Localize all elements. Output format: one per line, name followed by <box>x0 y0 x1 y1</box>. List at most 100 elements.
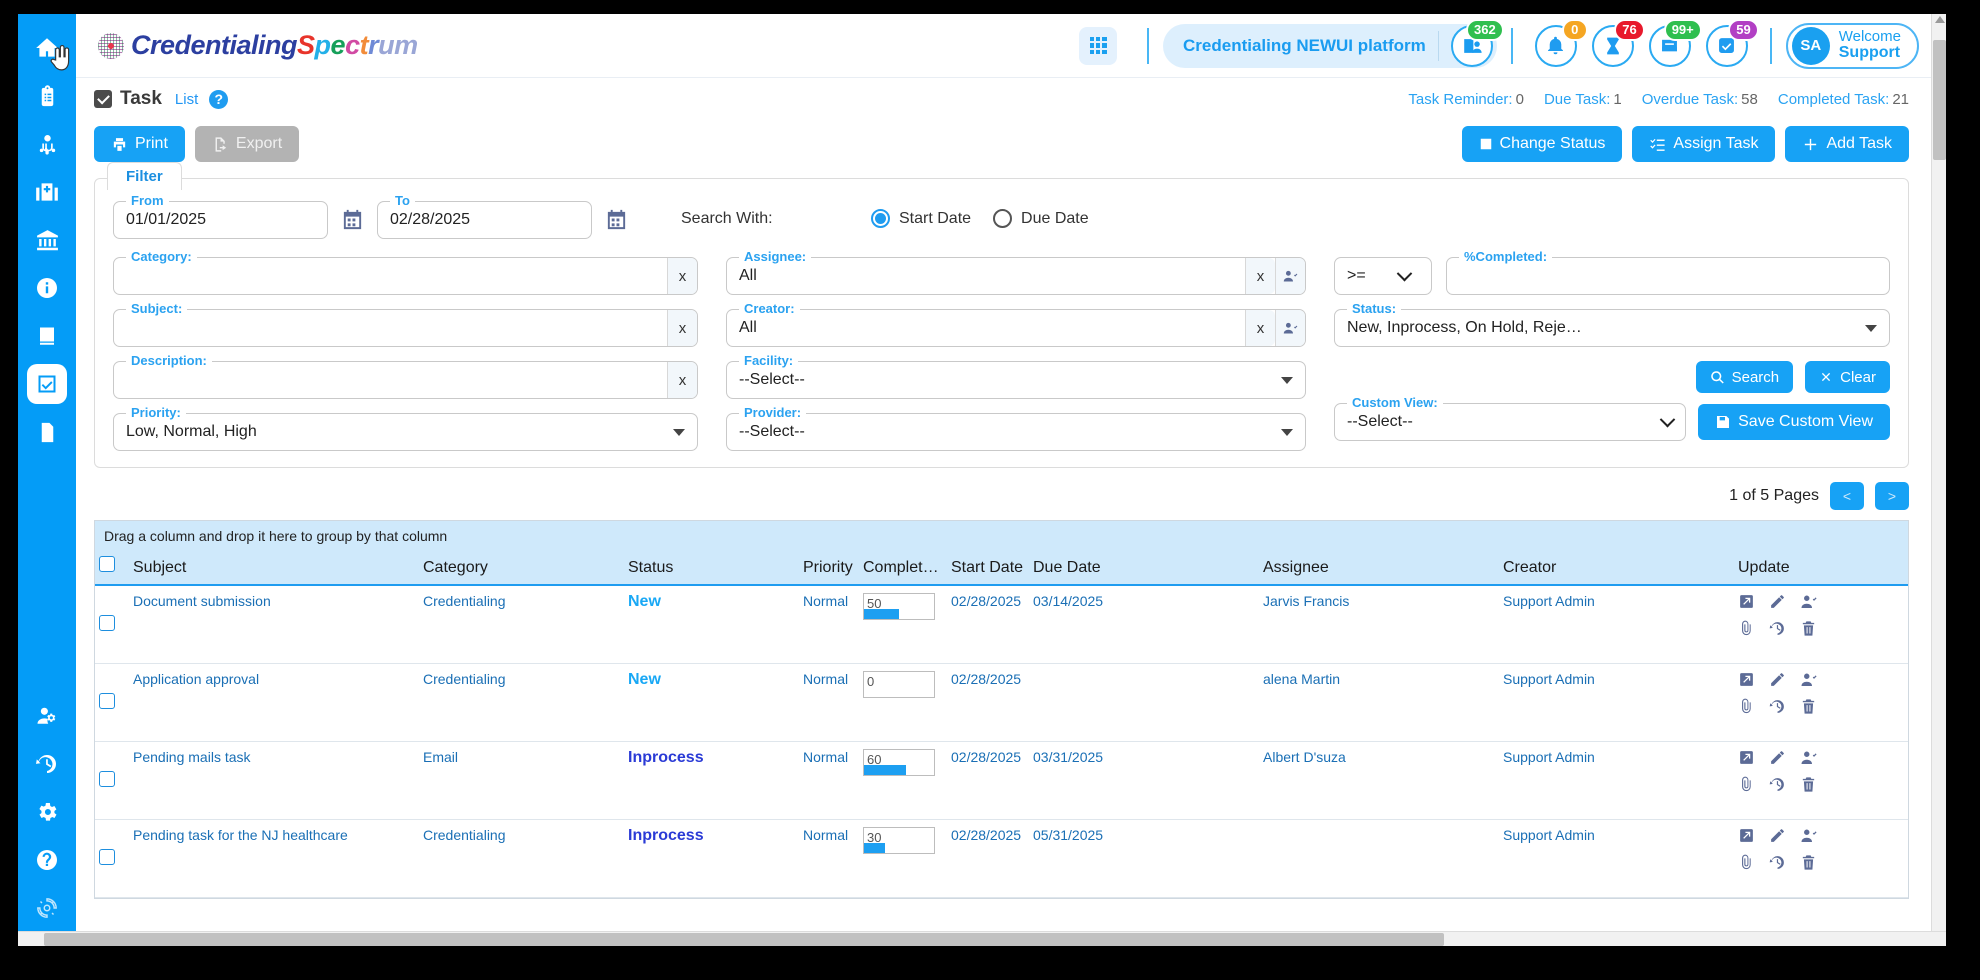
chevron-down-icon[interactable] <box>1281 428 1293 436</box>
column-due-date[interactable]: Due Date <box>1029 551 1259 586</box>
description-clear-button[interactable]: x <box>667 362 697 398</box>
sidebar-item-settings[interactable] <box>26 788 68 836</box>
paperclip-icon[interactable] <box>1738 698 1755 718</box>
history-icon[interactable] <box>1769 620 1786 640</box>
pencil-edit-icon[interactable] <box>1769 593 1786 614</box>
subject-input[interactable] <box>114 310 667 346</box>
sidebar-item-user-settings[interactable] <box>26 692 68 740</box>
trash-icon[interactable] <box>1800 620 1817 640</box>
description-field[interactable]: Description: x <box>113 353 698 399</box>
cell-subject[interactable]: Pending mails task <box>129 741 419 820</box>
pencil-edit-icon[interactable] <box>1769 749 1786 770</box>
category-clear-button[interactable]: x <box>667 258 697 294</box>
table-row[interactable]: Application approval Credentialing New Norm… <box>95 663 1908 742</box>
user-check-icon[interactable] <box>1800 593 1818 614</box>
user-check-icon[interactable] <box>1800 671 1818 692</box>
vertical-scrollbar[interactable] <box>1931 14 1946 946</box>
assignee-field[interactable]: Assignee: x <box>726 249 1306 295</box>
completed-tasks-button[interactable]: 59 <box>1705 18 1759 67</box>
creator-input[interactable] <box>727 310 1245 346</box>
subject-clear-button[interactable]: x <box>667 310 697 346</box>
trash-icon[interactable] <box>1800 698 1817 718</box>
export-button[interactable]: Export <box>194 126 300 162</box>
help-circle-icon[interactable]: ? <box>209 89 229 109</box>
column-completed[interactable]: Complet… <box>859 551 947 586</box>
horizontal-scrollbar[interactable] <box>18 931 1946 946</box>
paperclip-icon[interactable] <box>1738 620 1755 640</box>
apps-grid-button[interactable] <box>1079 26 1118 65</box>
row-checkbox[interactable] <box>99 615 115 631</box>
cell-subject[interactable]: Document submission <box>129 585 419 664</box>
from-calendar-icon[interactable] <box>341 208 364 231</box>
column-subject[interactable]: Subject <box>129 551 419 586</box>
chevron-down-icon[interactable] <box>673 428 685 436</box>
table-row[interactable]: Document submission Credentialing New Norma… <box>95 585 1908 664</box>
notification-bell-button[interactable]: 0 <box>1534 18 1588 67</box>
trash-icon[interactable] <box>1800 776 1817 796</box>
user-check-icon[interactable] <box>1800 749 1818 770</box>
sidebar-item-provider[interactable] <box>26 120 68 168</box>
search-button[interactable]: Search <box>1695 361 1794 393</box>
save-custom-view-button[interactable]: Save Custom View <box>1698 404 1890 440</box>
sidebar-item-activity-history[interactable] <box>26 740 68 788</box>
paperclip-icon[interactable] <box>1738 854 1755 874</box>
creator-clear-button[interactable]: x <box>1245 310 1275 346</box>
cell-subject[interactable]: Pending task for the NJ healthcare <box>129 819 419 898</box>
sidebar-item-reports[interactable] <box>26 408 68 456</box>
sidebar-item-information[interactable] <box>26 264 68 312</box>
sidebar-item-library[interactable] <box>26 312 68 360</box>
priority-field[interactable]: Priority: Low, Normal, High <box>113 405 698 451</box>
provider-card-button[interactable]: 362 <box>1450 18 1504 67</box>
app-logo[interactable]: CredentialingSpectrum <box>76 30 418 61</box>
group-by-dropzone[interactable]: Drag a column and drop it here to group … <box>95 521 1908 551</box>
column-creator[interactable]: Creator <box>1499 551 1734 586</box>
user-check-icon[interactable] <box>1800 827 1818 848</box>
pencil-edit-icon[interactable] <box>1769 671 1786 692</box>
external-link-icon[interactable] <box>1738 671 1755 692</box>
row-checkbox[interactable] <box>99 692 115 709</box>
column-priority[interactable]: Priority <box>799 551 859 586</box>
facility-field[interactable]: Facility: --Select-- <box>726 353 1306 399</box>
horizontal-scroll-thumb[interactable] <box>44 933 1444 946</box>
status-field[interactable]: Status: New, Inprocess, On Hold, Reje… <box>1334 301 1890 347</box>
chevron-down-icon[interactable] <box>1281 376 1293 384</box>
change-status-button[interactable]: Change Status <box>1461 126 1623 162</box>
history-icon[interactable] <box>1769 776 1786 796</box>
pagination-prev-button[interactable]: < <box>1830 482 1864 510</box>
print-button[interactable]: Print <box>94 126 185 162</box>
inbox-button[interactable]: 99+ <box>1648 18 1702 67</box>
external-link-icon[interactable] <box>1738 593 1755 614</box>
sidebar-item-help[interactable] <box>26 836 68 884</box>
chevron-down-icon[interactable] <box>1865 324 1877 332</box>
percent-completed-field[interactable]: %Completed: <box>1446 249 1890 295</box>
pagination-next-button[interactable]: > <box>1875 482 1909 510</box>
provider-field[interactable]: Provider: --Select-- <box>726 405 1306 451</box>
creator-field[interactable]: Creator: x <box>726 301 1306 347</box>
row-checkbox[interactable] <box>99 848 115 865</box>
radio-start-date[interactable] <box>871 209 890 228</box>
column-category[interactable]: Category <box>419 551 624 586</box>
assignee-picker-button[interactable] <box>1275 258 1305 294</box>
subject-field[interactable]: Subject: x <box>113 301 698 347</box>
breadcrumb-list-link[interactable]: List <box>175 91 198 108</box>
sidebar-item-home[interactable] <box>26 24 68 72</box>
radio-due-date[interactable] <box>993 209 1013 228</box>
sidebar-item-facility[interactable] <box>26 168 68 216</box>
select-all-checkbox[interactable] <box>99 556 115 572</box>
sidebar-item-task[interactable] <box>27 364 67 404</box>
column-status[interactable]: Status <box>624 551 799 586</box>
category-input[interactable] <box>114 258 667 294</box>
external-link-icon[interactable] <box>1738 749 1755 770</box>
add-task-button[interactable]: Add Task <box>1785 126 1909 162</box>
assignee-clear-button[interactable]: x <box>1245 258 1275 294</box>
trash-icon[interactable] <box>1800 854 1817 874</box>
external-link-icon[interactable] <box>1738 827 1755 848</box>
percent-operator-select[interactable]: >= <box>1334 257 1432 295</box>
scroll-up-arrow-icon[interactable] <box>1935 16 1945 23</box>
row-checkbox[interactable] <box>99 770 115 787</box>
user-menu[interactable]: SA Welcome Support <box>1785 22 1919 69</box>
custom-view-field[interactable]: Custom View: --Select-- <box>1334 395 1687 441</box>
platform-selector[interactable]: Credentialing NEWUI platform 362 <box>1163 18 1504 68</box>
to-date-field[interactable]: To <box>377 193 592 239</box>
sidebar-item-clipboard[interactable] <box>26 72 68 120</box>
